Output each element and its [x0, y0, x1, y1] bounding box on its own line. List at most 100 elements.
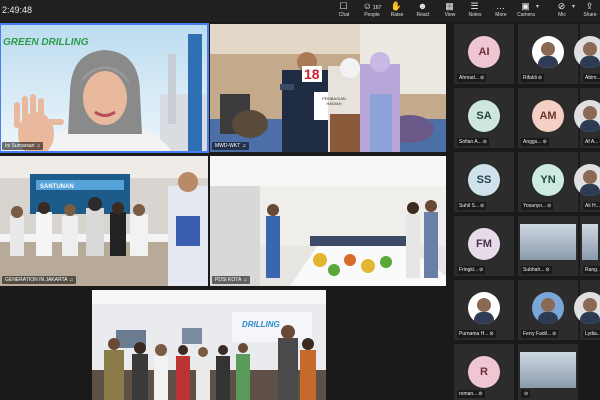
video-tile-event-4[interactable]: DRILLING — [92, 290, 326, 400]
event-video — [92, 290, 326, 400]
video-tile-event-1[interactable]: 18 PEMBAGIAN HADIAH MWD-WKT ♫ — [210, 24, 446, 152]
participant-name-tag: MWD-WKT ♫ — [212, 142, 250, 150]
participant-name: ⊘ — [521, 390, 531, 398]
participant-photo-avatar — [532, 36, 564, 68]
participant-photo-avatar — [574, 292, 600, 324]
participant-tile[interactable]: AM Anggu...⊘ — [518, 88, 578, 148]
notes-button[interactable]: ☰ Notes — [461, 1, 489, 21]
more-label: More — [495, 12, 507, 18]
participant-name: Purnama H...⊘ — [457, 330, 496, 338]
camera-icon: ▣ — [521, 1, 530, 11]
participant-tile[interactable]: SS Suhil S...⊘ — [454, 152, 514, 212]
mic-off-icon: ⊘ — [537, 75, 543, 81]
participant-name: Abim...⊘ — [583, 74, 600, 82]
event-video — [0, 156, 208, 286]
chat-button[interactable]: ☐ Chat — [330, 1, 358, 21]
participant-tile[interactable]: ⊘ — [518, 344, 578, 400]
participant-photo-avatar — [574, 36, 600, 68]
participant-photo-avatar — [574, 164, 600, 196]
participant-tile[interactable]: Ferry Fadil...⊘ — [518, 280, 578, 340]
share-button[interactable]: ⇪ Share — [581, 1, 599, 21]
mic-label: Mic — [558, 12, 566, 18]
participant-tile[interactable]: Purnama H...⊘ — [454, 280, 514, 340]
mic-off-icon: ⊘ — [489, 331, 494, 337]
participant-tile[interactable]: Af A...⊘ — [574, 88, 600, 148]
participant-tile[interactable]: Subhah...⊘ — [518, 216, 578, 276]
participant-tile[interactable]: Abim...⊘ — [574, 24, 600, 84]
mic-off-icon: ⊘ — [524, 391, 529, 397]
santunan-banner: SANTUNAN — [40, 184, 74, 190]
green-drilling-logo: GREEN DRILLING — [3, 37, 89, 48]
chat-icon: ☐ — [339, 1, 348, 11]
participant-name: roman...⊘ — [457, 390, 485, 398]
meeting-toolbar: 2:49:48 ☐ Chat ☺167 People ✋ Raise ☻ React ▦ View… — [0, 0, 600, 22]
participant-name: Af A...⊘ — [583, 138, 600, 146]
mic-off-icon: ⊘ — [480, 203, 485, 209]
mic-off-icon: ⊘ — [545, 267, 550, 273]
mic-on-icon: ♫ — [36, 143, 41, 149]
participant-tile[interactable]: Lydia...⊘ — [574, 280, 600, 340]
participant-name: Suhil S...⊘ — [457, 202, 487, 210]
participant-tile[interactable]: Rang...⊘ — [580, 216, 600, 276]
video-tile-event-3[interactable]: PDSI KOTA ♫ — [210, 156, 446, 286]
participant-tile[interactable]: FM Fringki...⊘ — [454, 216, 514, 276]
participant-initials-avatar: SS — [468, 164, 500, 196]
participant-name-tag: GENERATION IN JAKARTA ♫ — [2, 276, 77, 284]
event-banner: 18 — [302, 66, 322, 82]
participant-initials-avatar: YN — [532, 164, 564, 196]
mic-off-icon: ⊘ — [482, 139, 487, 145]
participant-tile[interactable]: Rifaldi⊘ — [518, 24, 578, 84]
react-icon: ☻ — [417, 1, 428, 11]
raise-hand-icon: ✋ — [390, 1, 403, 11]
participant-initials-avatar: FM — [468, 228, 500, 260]
participant-photo-avatar — [468, 292, 500, 324]
mic-off-icon: ⊘ — [478, 391, 483, 397]
view-label: View — [444, 12, 456, 18]
participant-name: Sofian A...⊘ — [457, 138, 489, 146]
mic-off-icon: ⊘ — [479, 267, 484, 273]
react-button[interactable]: ☻ React — [409, 1, 437, 21]
participant-tile[interactable]: Ali H...⊘ — [574, 152, 600, 212]
react-label: React — [416, 12, 430, 18]
notes-label: Notes — [468, 12, 482, 18]
participant-photo-avatar — [574, 100, 600, 132]
participant-photo-avatar — [532, 292, 564, 324]
mic-icon: ⊘ — [557, 1, 566, 11]
mic-on-icon: ♫ — [69, 277, 74, 283]
mic-off-icon: ⊘ — [547, 203, 552, 209]
mic-on-icon: ♫ — [243, 277, 248, 283]
participant-name-tag: PDSI KOTA ♫ — [212, 276, 251, 284]
participant-tile[interactable]: Rroman...⊘ — [454, 344, 514, 400]
participant-name: Lydia...⊘ — [583, 330, 600, 338]
chat-label: Chat — [338, 12, 350, 18]
participant-initials-avatar: AI — [468, 36, 500, 68]
people-icon: ☺167 — [362, 1, 382, 11]
participant-initials-avatar: R — [468, 356, 500, 388]
participant-name: Ferry Fadil...⊘ — [521, 330, 559, 338]
more-button[interactable]: … More — [487, 1, 515, 21]
participant-tile[interactable]: YN Yosanyo...⊘ — [518, 152, 578, 212]
participant-name: Subhah...⊘ — [521, 266, 552, 274]
mic-off-icon: ⊘ — [480, 75, 485, 81]
video-tile-presenter[interactable]: GREEN DRILLING Ini Sumarsari ♫ — [0, 23, 209, 153]
participant-video — [582, 224, 598, 260]
participant-name: Rang...⊘ — [583, 266, 600, 274]
people-label: People — [364, 12, 380, 18]
view-button[interactable]: ▦ View — [436, 1, 464, 21]
video-tile-event-2[interactable]: SANTUNAN GENERATION IN JAKARTA ♫ — [0, 156, 208, 286]
participant-tile[interactable]: SA Sofian A...⊘ — [454, 88, 514, 148]
participant-name: Rifaldi⊘ — [521, 74, 545, 82]
people-count: 167 — [372, 5, 382, 11]
camera-button[interactable]: ▣ Camera — [512, 1, 540, 21]
mic-button[interactable]: ⊘ Mic — [548, 1, 576, 21]
raise-label: Raise — [390, 12, 404, 18]
participant-tile[interactable]: AI Ahmad...⊘ — [454, 24, 514, 84]
participant-initials-avatar: SA — [468, 100, 500, 132]
camera-label: Camera — [517, 12, 535, 18]
prize-sign: PEMBAGIAN HADIAH — [322, 96, 346, 106]
people-button[interactable]: ☺167 People — [358, 1, 386, 21]
raise-button[interactable]: ✋ Raise — [383, 1, 411, 21]
participant-name: Yosanyo...⊘ — [521, 202, 554, 210]
mic-on-icon: ♫ — [242, 143, 247, 149]
event-video — [210, 156, 446, 286]
